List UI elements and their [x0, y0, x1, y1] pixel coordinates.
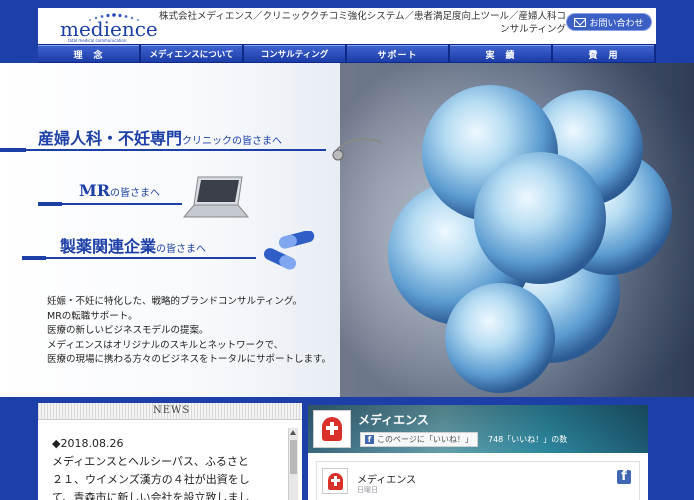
news-text-line[interactable]: メディエンスとヘルシーパス、ふるさと [52, 453, 292, 471]
scroll-up-arrow-icon[interactable] [290, 430, 296, 435]
site-tagline: 株式会社メディエンス／クリニッククチコミ強化システム／患者満足度向上ツール／産婦… [159, 11, 566, 35]
hero-line-mr[interactable]: MRの皆さまへ [79, 181, 160, 200]
cross-icon [328, 473, 343, 490]
news-scrollbar[interactable] [288, 428, 298, 500]
facebook-post-avatar[interactable] [322, 468, 348, 494]
hero-line-pharma[interactable]: 製薬関連企業の皆さまへ [60, 233, 206, 257]
news-text-line[interactable]: て、青森市に新しい会社を設立致しまし [52, 489, 292, 500]
facebook-like-label: このページに「いいね！」 [377, 435, 473, 444]
facebook-widget: メディエンス f このページに「いいね！」 748「いいね！」の数 メディエンス… [308, 405, 648, 500]
news-panel: NEWS ◆2018.08.26 メディエンスとヘルシーパス、ふるさと ２１、ウ… [38, 403, 302, 500]
cell-cluster-image [340, 63, 694, 397]
nav-item-consulting[interactable]: コンサルティング [244, 45, 345, 62]
hero-description-line: 医療の現場に携わる方々のビジネスをトータルにサポートします。 [47, 354, 332, 365]
page: medience total medical communication 株式会… [0, 0, 694, 500]
hero-description: 妊娠・不妊に特化した、戦略的ブランドコンサルティング。 MRの転職サポート。 医… [47, 295, 331, 368]
news-scrollbar-thumb[interactable] [290, 440, 297, 474]
mail-icon [574, 17, 587, 27]
accent-line-1 [26, 149, 326, 151]
nav-item-pricing[interactable]: 費 用 [553, 45, 654, 62]
main-nav: 理 念 メディエンスについて コンサルティング サポート 実 績 費 用 [38, 44, 656, 63]
hero-line-clinic-sub: クリニックの皆さまへ [182, 136, 283, 147]
logo-tagline: total medical communication [68, 38, 127, 43]
accent-bar-3 [22, 256, 46, 260]
news-header: NEWS [38, 403, 302, 420]
facebook-page-avatar[interactable] [313, 410, 351, 448]
laptop-icon [182, 176, 250, 218]
facebook-like-button[interactable]: f このページに「いいね！」 [360, 432, 478, 447]
news-heading: NEWS [153, 405, 191, 416]
capsule-icon [263, 231, 315, 270]
nav-item-support[interactable]: サポート [347, 45, 448, 62]
facebook-like-count: 748「いいね！」の数 [488, 435, 568, 444]
facebook-logo-icon[interactable]: f [617, 469, 631, 484]
site-header: medience total medical communication 株式会… [38, 8, 656, 44]
nav-item-results[interactable]: 実 績 [450, 45, 551, 62]
hero-line-clinic-main: 産婦人科・不妊専門 [38, 129, 183, 148]
hero-description-line: 医療の新しいビジネスモデルの提案。 [47, 325, 209, 336]
news-list: ◆2018.08.26 メディエンスとヘルシーパス、ふるさと ２１、ウイメンズ漢… [52, 435, 292, 500]
facebook-page-name[interactable]: メディエンス [358, 411, 429, 428]
hero-line-mr-main: MR [79, 181, 111, 200]
facebook-post: メディエンス 日曜日 f [316, 461, 640, 500]
accent-bar-2 [38, 202, 62, 206]
accent-line-3 [46, 257, 256, 259]
nav-item-philosophy[interactable]: 理 念 [38, 45, 139, 62]
bottom-section: NEWS ◆2018.08.26 メディエンスとヘルシーパス、ふるさと ２１、ウ… [0, 397, 694, 500]
facebook-post-date: 日曜日 [357, 486, 378, 494]
hero-line-pharma-main: 製薬関連企業 [60, 237, 157, 256]
news-text-line[interactable]: ２１、ウイメンズ漢方の４社が出資をし [52, 471, 292, 489]
stethoscope-icon [332, 138, 383, 161]
hero-description-line: メディエンスはオリジナルのスキルとネットワークで、 [47, 339, 284, 351]
hero-description-line: 妊娠・不妊に特化した、戦略的ブランドコンサルティング。 [47, 296, 303, 307]
hero-line-clinic[interactable]: 産婦人科・不妊専門クリニックの皆さまへ [38, 125, 282, 149]
cross-icon [322, 417, 342, 441]
contact-button-label: お問い合わせ [589, 18, 644, 29]
accent-line-2 [62, 203, 182, 205]
hero-line-pharma-sub: の皆さまへ [156, 244, 207, 255]
hero-description-line: MRの転職サポート。 [47, 310, 138, 322]
facebook-post-author[interactable]: メディエンス [357, 471, 416, 486]
hero-banner: 産婦人科・不妊専門クリニックの皆さまへ MRの皆さまへ 製薬関連企業の皆さまへ [0, 63, 694, 397]
accent-bar-1 [0, 148, 26, 152]
hero-line-mr-sub: の皆さまへ [110, 188, 161, 199]
facebook-cover: メディエンス f このページに「いいね！」 748「いいね！」の数 [308, 405, 648, 453]
logo[interactable]: medience total medical communication [60, 11, 160, 43]
news-date: ◆2018.08.26 [52, 437, 124, 450]
contact-button[interactable]: お問い合わせ [566, 13, 652, 31]
facebook-icon: f [365, 435, 374, 444]
top-frame-bar [0, 0, 694, 8]
nav-item-about[interactable]: メディエンスについて [141, 45, 242, 62]
